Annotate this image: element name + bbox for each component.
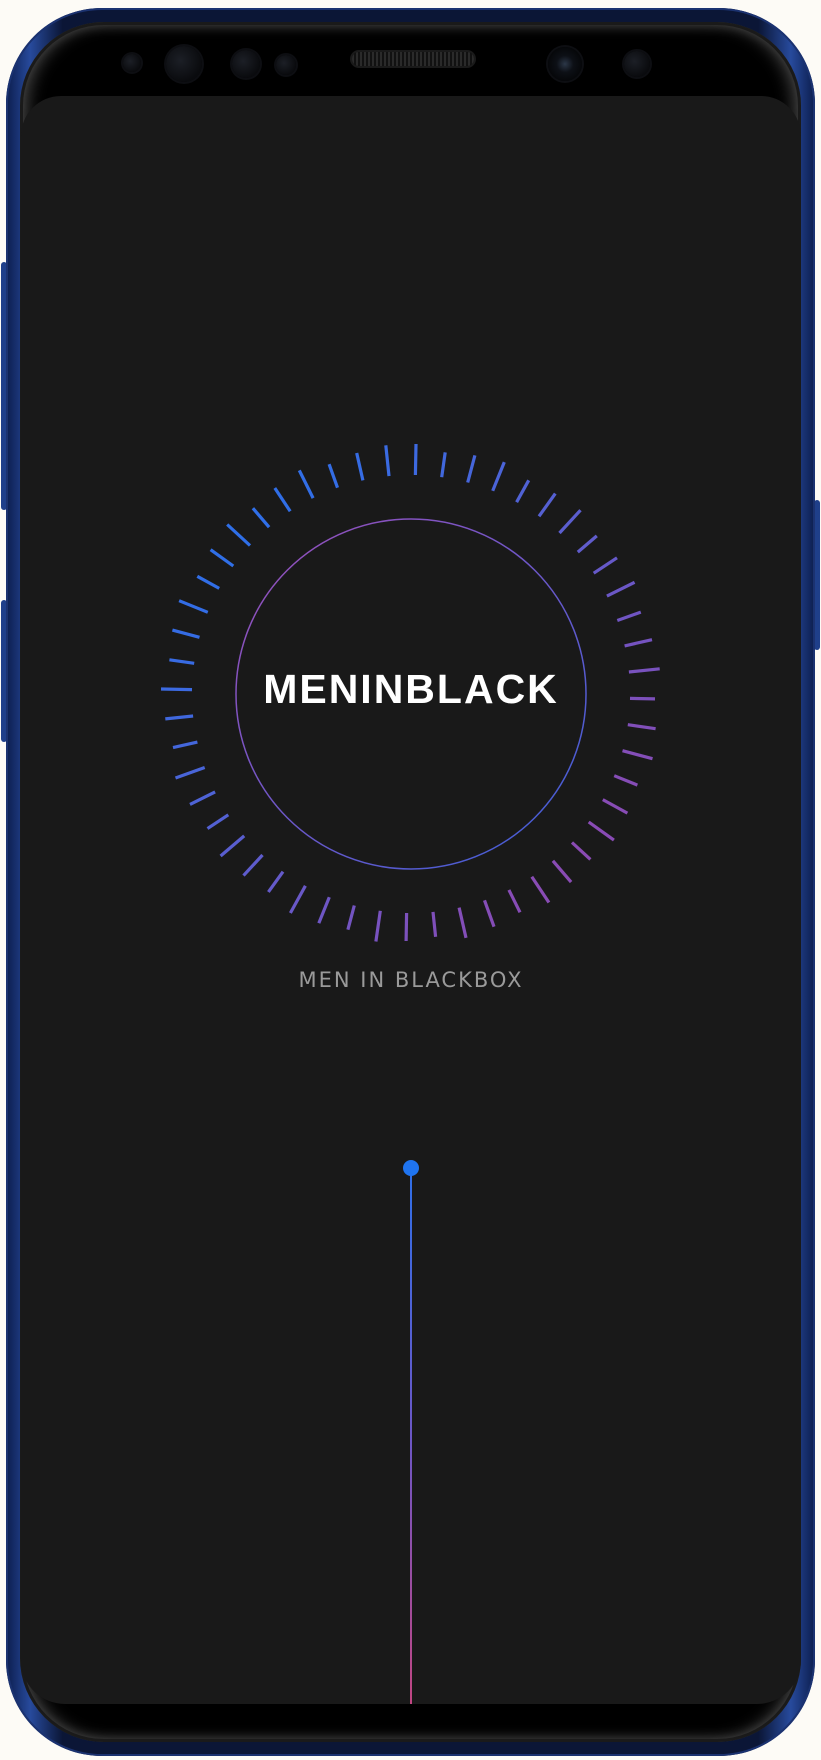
ring-tick — [174, 765, 206, 780]
iris-camera-icon — [624, 51, 650, 77]
ring-tick — [515, 479, 531, 503]
app-title: MENINBLACK — [263, 666, 559, 712]
ring-tick — [288, 885, 307, 914]
ring-tick — [196, 574, 220, 590]
ring-tick — [613, 774, 639, 787]
ring-tick — [178, 599, 209, 614]
ring-tick — [627, 723, 656, 731]
ring-tick — [624, 638, 653, 648]
led-sensor-icon — [276, 55, 296, 75]
ring-tick — [327, 463, 340, 489]
ring-tick — [466, 454, 477, 483]
ring-tick — [576, 534, 598, 554]
ring-tick — [558, 509, 582, 535]
ring-tick — [219, 834, 246, 858]
ring-tick — [592, 556, 618, 575]
ring-tick — [616, 610, 642, 623]
ring-tick — [317, 896, 331, 924]
ring-tick — [587, 820, 615, 842]
ring-tick — [551, 859, 573, 884]
ring-tick — [602, 798, 629, 815]
device-page: MENINBLACK MEN IN BLACKBOX — [0, 0, 821, 1760]
ring-tick — [165, 714, 194, 721]
front-camera-icon — [548, 47, 582, 81]
ring-tick — [226, 523, 252, 547]
app-screen: MENINBLACK MEN IN BLACKBOX — [21, 96, 801, 1704]
ring-tick — [189, 790, 216, 806]
ring-tick — [482, 899, 496, 928]
ring-tick — [507, 889, 522, 914]
ring-tick — [440, 452, 447, 478]
earpiece-speaker-icon — [352, 52, 474, 66]
ring-tick — [606, 580, 636, 598]
ring-tick — [297, 469, 315, 499]
ring-tick — [273, 487, 292, 513]
ring-tick — [431, 911, 438, 937]
dot-handle-icon[interactable] — [403, 1160, 419, 1176]
light-sensor-icon — [232, 50, 260, 78]
ring-tick — [171, 628, 200, 639]
ring-tick — [457, 907, 468, 939]
ring-tick — [384, 445, 391, 477]
ring-tick — [622, 749, 653, 761]
ring-tick — [404, 912, 409, 942]
ring-tick — [242, 853, 264, 877]
ring-tick — [251, 507, 271, 529]
ring-tick — [537, 492, 557, 518]
ring-tick — [209, 548, 235, 568]
ring-tick — [169, 658, 195, 665]
app-subtitle: MEN IN BLACKBOX — [298, 968, 524, 992]
ring-tick — [491, 461, 506, 492]
ring-tick — [570, 841, 592, 861]
ring-tick — [267, 870, 285, 893]
iris-scanner-icon — [166, 46, 202, 82]
ring-tick — [172, 740, 198, 750]
ring-tick — [374, 910, 382, 942]
ring-tick — [355, 452, 365, 481]
ring-tick — [530, 875, 551, 904]
slide-track[interactable] — [410, 1169, 412, 1704]
ring-tick — [206, 813, 230, 830]
ring-tick — [413, 443, 418, 476]
ring-tick — [346, 905, 356, 931]
proximity-sensor-icon — [123, 54, 141, 72]
